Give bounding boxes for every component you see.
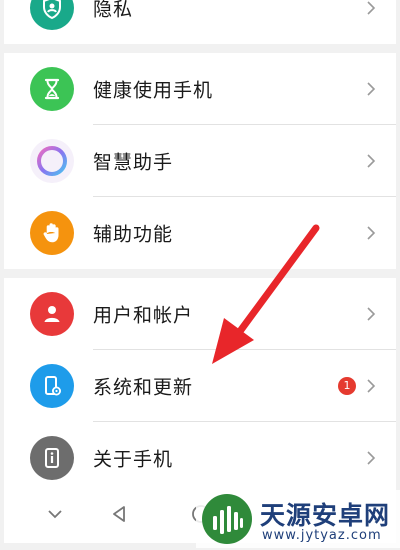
settings-item-digital-balance[interactable]: 健康使用手机 (4, 53, 396, 125)
settings-item-accessibility[interactable]: 辅助功能 (4, 197, 396, 269)
settings-item-label: 健康使用手机 (93, 79, 214, 102)
settings-item-label: 智慧助手 (93, 151, 174, 174)
settings-item-label: 辅助功能 (93, 223, 174, 246)
settings-screen: 隐私 健康使用手机 智慧助手 辅助功能 用户和帐户 系统和更新 1 关于手机 (4, 0, 396, 550)
settings-item-label: 隐私 (93, 0, 134, 21)
chevron-right-icon (367, 82, 376, 96)
phone-settings-icon (30, 364, 74, 408)
chevron-right-icon (367, 307, 376, 321)
settings-item-smart-assistant[interactable]: 智慧助手 (4, 125, 396, 197)
watermark-url: www.jytyaz.com (262, 528, 382, 543)
info-phone-icon (30, 436, 74, 480)
hand-icon (30, 211, 74, 255)
settings-item-privacy[interactable]: 隐私 (4, 0, 396, 44)
watermark-logo-icon (202, 494, 252, 544)
chevron-down-icon[interactable] (44, 503, 66, 525)
chevron-right-icon (367, 451, 376, 465)
update-count-badge: 1 (338, 377, 356, 395)
back-triangle-icon[interactable] (108, 503, 130, 525)
assistant-ring-icon (30, 139, 74, 183)
hourglass-icon (30, 67, 74, 111)
settings-item-system-update[interactable]: 系统和更新 1 (4, 350, 396, 422)
user-icon (30, 292, 74, 336)
settings-group-system: 用户和帐户 系统和更新 1 关于手机 (4, 278, 396, 494)
settings-item-label: 系统和更新 (93, 376, 194, 399)
chevron-right-icon (367, 226, 376, 240)
settings-item-users-accounts[interactable]: 用户和帐户 (4, 278, 396, 350)
privacy-shield-icon (30, 0, 74, 30)
settings-group-privacy: 隐私 (4, 0, 396, 44)
settings-item-about-phone[interactable]: 关于手机 (4, 422, 396, 494)
settings-item-label: 关于手机 (93, 448, 174, 471)
chevron-right-icon (367, 379, 376, 393)
settings-item-label: 用户和帐户 (93, 304, 194, 327)
chevron-right-icon (367, 154, 376, 168)
chevron-right-icon (367, 1, 376, 15)
watermark-site-name: 天源安卓网 (260, 501, 391, 530)
settings-group-health: 健康使用手机 智慧助手 辅助功能 (4, 53, 396, 269)
watermark: 天源安卓网 www.jytyaz.com (196, 490, 400, 548)
